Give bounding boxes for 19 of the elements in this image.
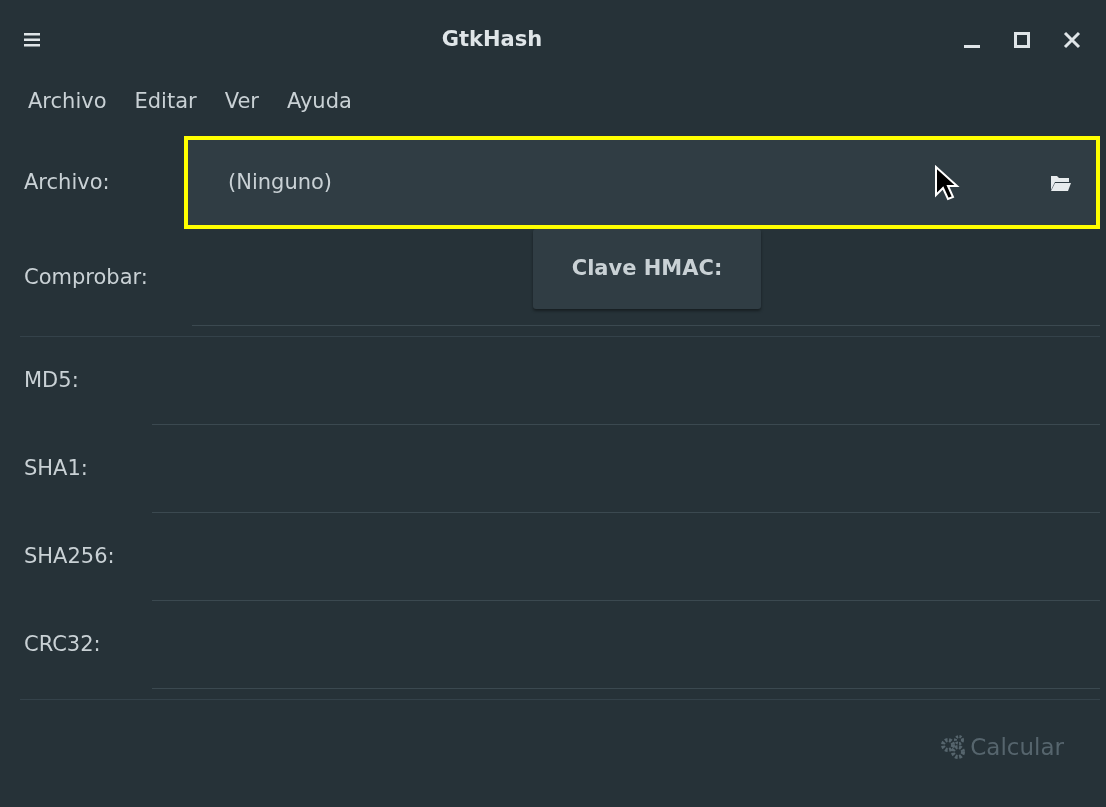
close-icon [1063, 31, 1081, 49]
minimize-icon [964, 45, 980, 48]
menu-item[interactable]: Archivo [28, 86, 121, 118]
field-label: Comprobar: [24, 263, 149, 291]
hash-label: SHA256: [24, 543, 116, 571]
hash-label: SHA1: [24, 455, 89, 483]
file-chooser[interactable]: (Ninguno) [184, 136, 1100, 229]
menu-item[interactable]: Ayuda [273, 86, 366, 118]
field-label: Archivo: [24, 168, 111, 196]
menu-item[interactable]: Editar [120, 86, 211, 118]
cursor-icon [934, 164, 960, 201]
hash-label: CRC32: [24, 631, 102, 659]
tooltip: Clave HMAC: [533, 229, 761, 309]
maximize-icon [1014, 32, 1030, 48]
window-title: GtkHash [440, 26, 544, 54]
menu-icon [24, 33, 40, 47]
menu-item[interactable]: Ver [210, 86, 273, 118]
hash-label: MD5: [24, 367, 80, 395]
file-value: (Ninguno) [228, 168, 334, 196]
